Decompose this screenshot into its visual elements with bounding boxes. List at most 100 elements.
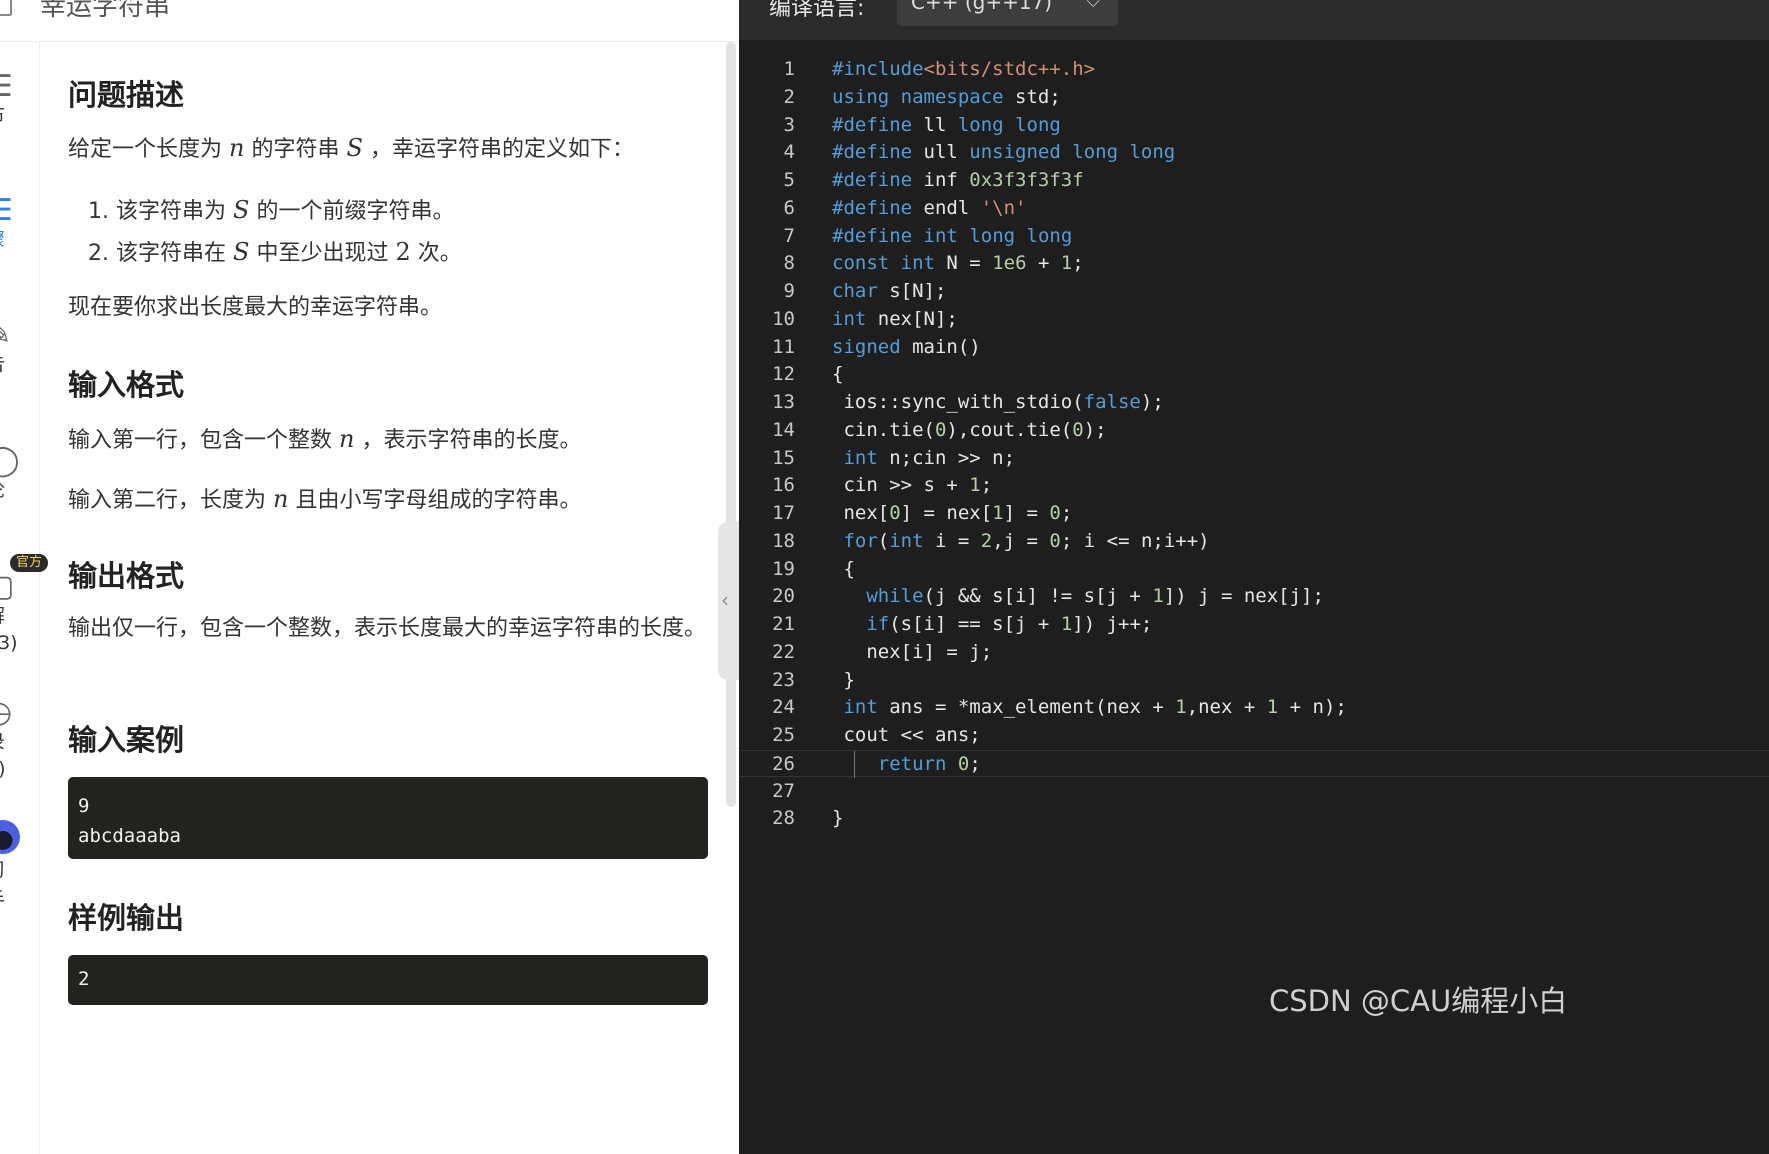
text: 且由小写字母组成的字符串。: [295, 488, 582, 513]
code-text: using namespace std;: [832, 85, 1061, 108]
code-text: for(int i = 2,j = 0; i <= n;i++): [843, 529, 1210, 552]
sample-output-box[interactable]: 2: [68, 955, 708, 1005]
collapse-pane-handle[interactable]: ‹: [718, 522, 739, 680]
sidebar-item-label: 告: [0, 352, 26, 376]
code-line[interactable]: 3 #define ll long long: [739, 112, 1769, 139]
code-text: int n;cin >> n;: [843, 446, 1016, 469]
code-line[interactable]: 1 #include<bits/stdc++.h>: [739, 56, 1769, 83]
document-icon: [0, 0, 12, 16]
code-line[interactable]: 23 }: [739, 667, 1769, 694]
watermark: CSDN @CAU编程小白: [1269, 984, 1568, 1018]
line-number: 27: [772, 779, 795, 802]
line-number: 15: [772, 446, 795, 469]
code-line[interactable]: 24 int ans = *max_element(nex + 1,nex + …: [739, 694, 1769, 721]
line-number: 2: [783, 85, 795, 108]
code-text: }: [832, 807, 844, 830]
code-line[interactable]: 9 char s[N];: [739, 278, 1769, 305]
code-editor[interactable]: 1 #include<bits/stdc++.h> 2 using namespace…: [739, 56, 1769, 1056]
sidebar-item-report[interactable]: ✎ 告: [0, 318, 26, 376]
code-text: #define inf 0x3f3f3f3f: [832, 169, 1084, 191]
code-line[interactable]: 12 {: [739, 361, 1769, 388]
code-text: {: [832, 363, 844, 386]
code-line[interactable]: 10 int nex[N];: [739, 306, 1769, 333]
code-line[interactable]: 14 cin.tie(0),cout.tie(0);: [739, 417, 1769, 444]
text: 1. 该字符串为: [88, 199, 226, 224]
language-label: 编译语言:: [769, 0, 865, 21]
math-var: S: [232, 238, 250, 266]
line-number: 7: [783, 224, 795, 247]
sidebar-item-records[interactable]: ◷ 录 1): [0, 696, 26, 784]
code-line[interactable]: 21 if(s[i] == s[j + 1]) j++;: [739, 611, 1769, 638]
code-text: const int N = 1e6 + 1;: [832, 252, 1084, 275]
code-text: cin >> s + 1;: [832, 474, 993, 497]
sidebar-item-count: 1): [0, 754, 26, 784]
text: 的字符串: [251, 137, 340, 162]
line-number: 8: [783, 252, 795, 275]
code-line[interactable]: 8 const int N = 1e6 + 1;: [739, 250, 1769, 277]
sample-input-box[interactable]: 9 abcdaaaba: [68, 777, 708, 859]
language-select[interactable]: C++ (g++17) ⌵: [897, 0, 1118, 26]
sidebar-item-assistant[interactable]: 习 手: [0, 858, 26, 912]
line-number: 17: [772, 502, 795, 524]
code-text: }: [832, 668, 855, 691]
code-line[interactable]: 4 #define ull unsigned long long: [739, 139, 1769, 166]
math-num: 2: [395, 238, 411, 266]
line-number: 4: [783, 141, 795, 164]
input-line-2: 输入第二行，长度为 n 且由小写字母组成的字符串。: [68, 482, 582, 518]
sidebar-item-discussion[interactable]: ◯ 论: [0, 444, 26, 502]
code-line[interactable]: 13 ios::sync_with_stdio(false);: [739, 389, 1769, 416]
code-line[interactable]: 6 #define endl '\n': [739, 195, 1769, 222]
text: ，表示字符串的长度。: [361, 428, 582, 453]
code-text: char s[N];: [832, 280, 947, 302]
text: 输入第一行，包含一个整数: [68, 428, 333, 453]
text: 输入第二行，长度为: [68, 488, 267, 513]
code-line[interactable]: 20 while(j && s[i] != s[j + 1]) j = nex[…: [739, 583, 1769, 610]
text: 给定一个长度为: [68, 137, 223, 162]
code-line[interactable]: 5 #define inf 0x3f3f3f3f: [739, 167, 1769, 194]
sample-input-heading: 输入案例: [68, 723, 185, 757]
pencil-icon: ✎: [0, 318, 26, 352]
line-number: 11: [772, 335, 795, 358]
code-line[interactable]: 11 signed main(): [739, 334, 1769, 361]
code-line[interactable]: 7 #define int long long: [739, 223, 1769, 250]
sidebar-item-solutions[interactable]: ▢ 解 33): [0, 570, 26, 658]
code-line[interactable]: 26 return 0;: [739, 749, 1769, 778]
input-line-1: 输入第一行，包含一个整数 n ，表示字符串的长度。: [68, 422, 582, 458]
code-line[interactable]: 2 using namespace std;: [739, 84, 1769, 111]
code-line[interactable]: 22 nex[i] = j;: [739, 639, 1769, 666]
code-text: #define int long long: [832, 224, 1073, 247]
code-line[interactable]: 19 {: [739, 556, 1769, 583]
sidebar-item-label: 习: [0, 858, 26, 882]
code-text: cout << ans;: [832, 724, 981, 746]
line-number: 12: [772, 363, 795, 386]
code-text: ios::sync_with_stdio(false);: [832, 391, 1164, 413]
problem-title-bar: 幸运字符串: [0, 0, 739, 42]
code-text: #include<bits/stdc++.h>: [832, 58, 1096, 80]
code-line[interactable]: 16 cin >> s + 1;: [739, 472, 1769, 499]
sidebar-item-label: 录: [0, 730, 26, 754]
sidebar-item-steps[interactable]: ☰ 骤: [0, 194, 26, 252]
assistant-avatar[interactable]: [0, 820, 20, 854]
code-line[interactable]: 28}: [739, 805, 1769, 832]
code-line[interactable]: 18 for(int i = 2,j = 0; i <= n;i++): [739, 528, 1769, 555]
line-number: 9: [783, 280, 795, 302]
problem-pane: 幸运字符串 ☰ 节 ☰ 骤 ✎ 告 ◯ 论 官方 ▢ 解 33) ◷ 录 1): [0, 0, 739, 1154]
sample-input-line: abcdaaaba: [78, 825, 181, 847]
chevron-left-icon: ‹: [721, 588, 729, 612]
code-line[interactable]: 27: [739, 778, 1769, 805]
code-text: #define endl '\n': [832, 196, 1027, 219]
code-line[interactable]: 15 int n;cin >> n;: [739, 445, 1769, 472]
sidebar-item-label: 手: [0, 888, 26, 912]
line-number: 10: [772, 307, 795, 330]
description-heading: 问题描述: [68, 78, 185, 112]
code-text: nex[0] = nex[1] = 0;: [832, 502, 1073, 524]
input-heading: 输入格式: [68, 368, 185, 402]
sidebar-item-label: 论: [0, 478, 26, 502]
code-line[interactable]: 25 cout << ans;: [739, 722, 1769, 749]
rule-item-1: 1. 该字符串为 S 的一个前缀字符串。: [88, 193, 454, 225]
code-text: #define ll long long: [832, 113, 1061, 136]
sidebar-item-chapters[interactable]: ☰ 节: [0, 70, 26, 128]
content-scrollbar[interactable]: [726, 42, 736, 807]
math-var: S: [346, 134, 363, 162]
code-line[interactable]: 17 nex[0] = nex[1] = 0;: [739, 500, 1769, 527]
